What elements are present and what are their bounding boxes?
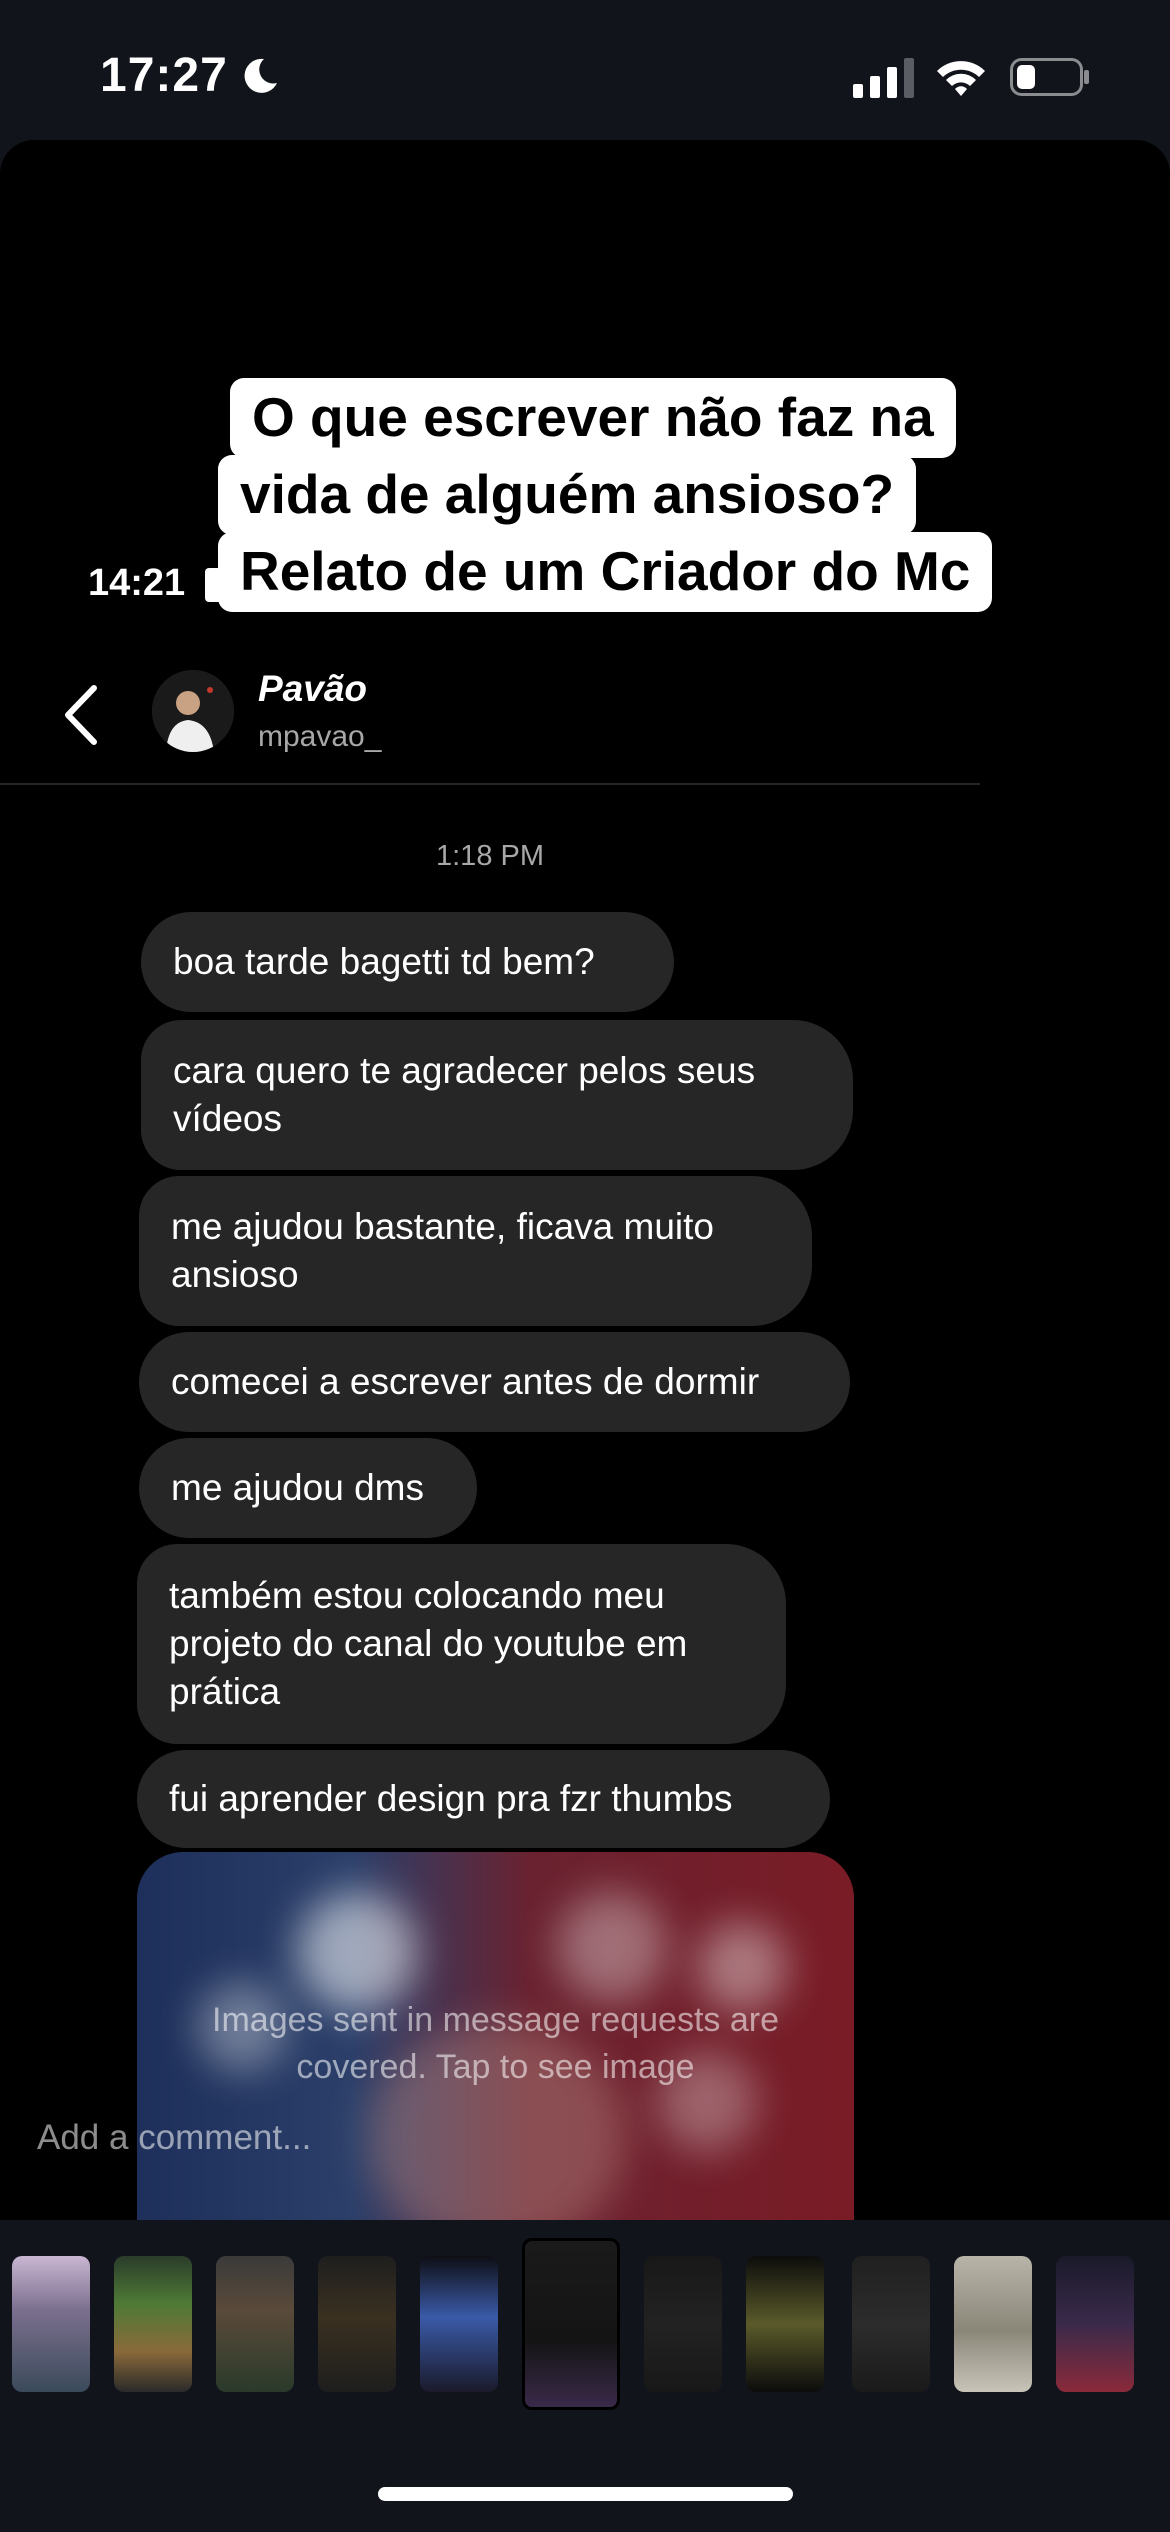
image-blur-highlight bbox=[557, 1892, 667, 2002]
message-timestamp: 1:18 PM bbox=[436, 840, 544, 872]
status-bar: 17:27 bbox=[0, 0, 1170, 140]
story-thumbnail[interactable] bbox=[420, 2256, 498, 2392]
story-thumbnail[interactable] bbox=[114, 2256, 192, 2392]
cellular-signal-icon bbox=[853, 58, 914, 98]
wifi-icon bbox=[937, 61, 985, 96]
battery-icon bbox=[1010, 58, 1089, 96]
story-thumbnail-strip[interactable] bbox=[0, 2220, 1170, 2430]
message-bubble[interactable]: me ajudou bastante, ficava muito ansioso bbox=[139, 1176, 812, 1326]
contact-handle: mpavao_ bbox=[258, 720, 382, 753]
caption-line: O que escrever não faz na bbox=[230, 378, 956, 458]
story-thumbnail[interactable] bbox=[216, 2256, 294, 2392]
message-bubble[interactable]: cara quero te agradecer pelos seus vídeo… bbox=[141, 1020, 853, 1170]
story-thumbnail[interactable] bbox=[852, 2256, 930, 2392]
caption-line: vida de alguém ansioso? bbox=[218, 455, 917, 535]
covered-image-notice: Images sent in message requests are cove… bbox=[212, 2001, 779, 2086]
message-text: boa tarde bagetti td bem? bbox=[173, 941, 595, 982]
message-text: também estou colocando meu projeto do ca… bbox=[169, 1575, 688, 1712]
message-text: fui aprender design pra fzr thumbs bbox=[169, 1778, 733, 1819]
story-thumbnail-current[interactable] bbox=[522, 2238, 620, 2410]
story-thumbnail[interactable] bbox=[318, 2256, 396, 2392]
image-blur-highlight bbox=[297, 1892, 417, 2012]
message-text: cara quero te agradecer pelos seus vídeo… bbox=[173, 1050, 756, 1139]
comment-input[interactable]: Add a comment... bbox=[37, 2118, 311, 2158]
message-bubble[interactable]: também estou colocando meu projeto do ca… bbox=[137, 1544, 786, 1744]
message-bubble[interactable]: comecei a escrever antes de dormir bbox=[139, 1332, 850, 1432]
avatar[interactable] bbox=[152, 670, 234, 752]
header-divider bbox=[0, 783, 980, 785]
story-thumbnail[interactable] bbox=[746, 2256, 824, 2392]
story-thumbnail[interactable] bbox=[12, 2256, 90, 2392]
caption-line: Relato de um Criador do Mc bbox=[218, 532, 993, 612]
inner-status-indicator bbox=[205, 568, 219, 602]
story-frame[interactable]: 14:21 Pavão mpavao_ 1:18 PM boa tarde ba… bbox=[0, 140, 1170, 2220]
home-indicator[interactable] bbox=[378, 2487, 793, 2501]
person-photo-icon bbox=[152, 670, 234, 752]
story-thumbnail[interactable] bbox=[1056, 2256, 1134, 2392]
message-bubble[interactable]: me ajudou dms bbox=[139, 1438, 477, 1538]
chevron-left-icon[interactable] bbox=[58, 680, 104, 750]
message-text: me ajudou bastante, ficava muito ansioso bbox=[171, 1206, 714, 1295]
message-bubble[interactable]: fui aprender design pra fzr thumbs bbox=[137, 1750, 830, 1848]
inner-status-time: 14:21 bbox=[88, 562, 186, 604]
covered-image[interactable]: Images sent in message requests are cove… bbox=[137, 1852, 854, 2220]
message-text: me ajudou dms bbox=[171, 1467, 424, 1508]
message-text: comecei a escrever antes de dormir bbox=[171, 1361, 760, 1402]
story-thumbnail[interactable] bbox=[954, 2256, 1032, 2392]
message-bubble[interactable]: boa tarde bagetti td bem? bbox=[141, 912, 674, 1012]
contact-name[interactable]: Pavão bbox=[258, 668, 367, 710]
story-thumbnail[interactable] bbox=[644, 2256, 722, 2392]
status-time: 17:27 bbox=[100, 49, 228, 102]
moon-icon bbox=[244, 58, 277, 93]
